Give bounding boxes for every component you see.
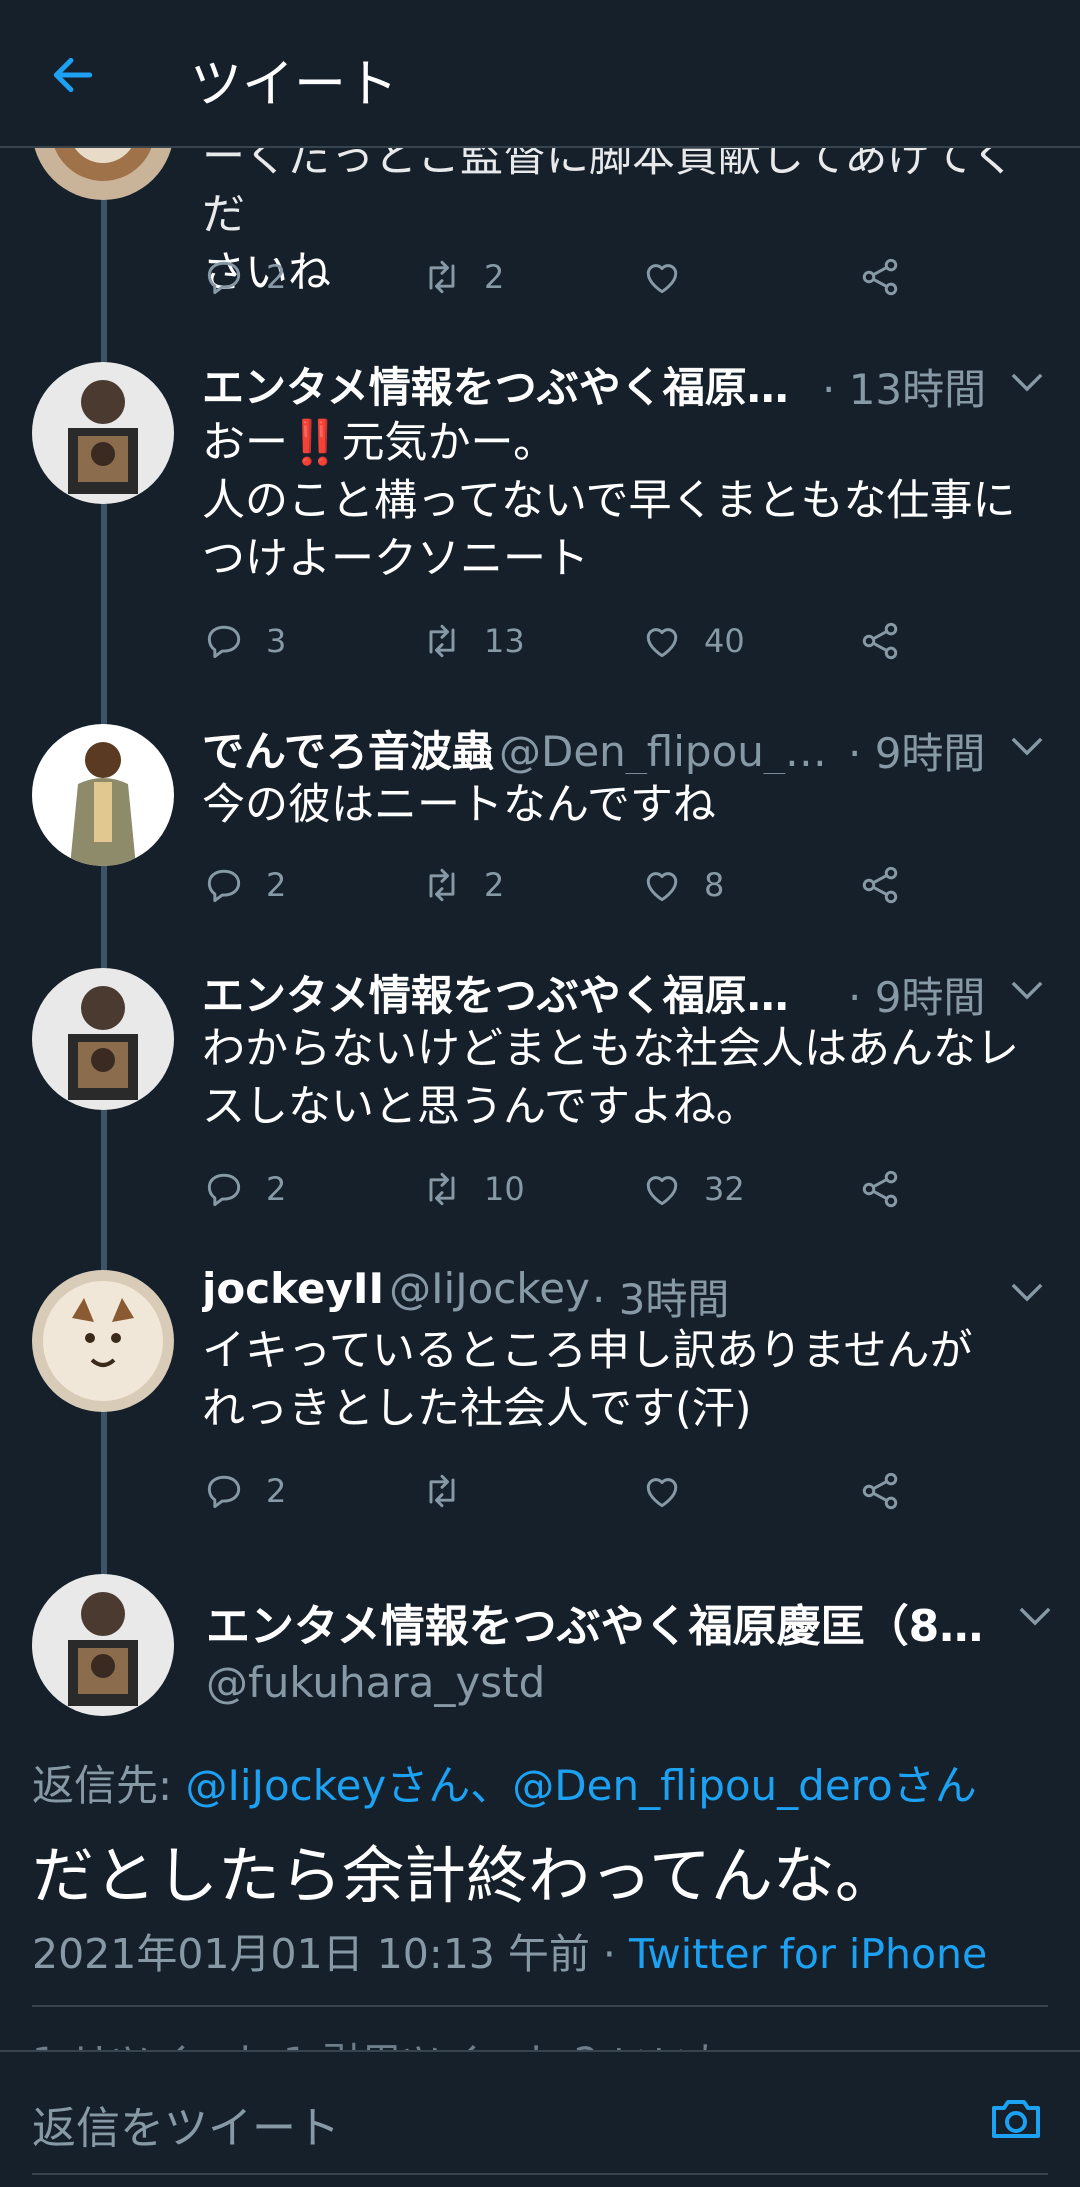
retweet-button[interactable]: [420, 1466, 484, 1516]
chevron-down-icon[interactable]: [1010, 372, 1044, 392]
share-button[interactable]: [858, 1164, 902, 1214]
heart-icon: [646, 1478, 678, 1508]
share-icon: [862, 258, 898, 296]
thread-line: [101, 866, 107, 974]
reply-button[interactable]: 2: [202, 1466, 286, 1516]
user-handle[interactable]: @fukuhara_ystd: [206, 1658, 545, 1707]
reply-icon: [207, 261, 241, 295]
reply-input[interactable]: 返信をツイート: [32, 2092, 340, 2156]
like-button[interactable]: 8: [640, 860, 724, 910]
tweet-text: イキっているところ申し訳ありませんが れっきとした社会人です(汗): [202, 1326, 973, 1434]
like-button[interactable]: [640, 252, 704, 302]
tweet-meta: 2021年01月01日 10:13 午前 · Twitter for iPhon…: [32, 1920, 987, 1980]
retweet-button[interactable]: 10: [420, 1164, 525, 1214]
tweet-actions: 2 2: [202, 252, 922, 302]
chevron-down-icon[interactable]: [1010, 1282, 1044, 1302]
chevron-down-icon[interactable]: [1010, 980, 1044, 1000]
reply-to-line: 返信先: @IiJockeyさん、@Den_flipou_deroさん: [32, 1752, 977, 1813]
avatar[interactable]: [32, 724, 174, 866]
share-button[interactable]: [858, 252, 902, 302]
reply-bar: 返信をツイート: [0, 2050, 1080, 2187]
tweet-text: 今の彼はニートなんですね: [202, 780, 716, 830]
tweet-source[interactable]: Twitter for iPhone: [629, 1930, 987, 1978]
avatar[interactable]: [32, 362, 174, 504]
display-name[interactable]: jockeyII: [202, 1264, 384, 1313]
tweet-actions: 2: [202, 1466, 922, 1516]
thread-line: [101, 1108, 107, 1276]
display-name[interactable]: エンタメ情報をつぶやく福原…: [202, 363, 789, 410]
main-tweet-text: だとしたら余計終わってんな。: [32, 1839, 897, 1912]
page-title: ツイート: [190, 55, 399, 115]
reply-to-users[interactable]: @IiJockeyさん、@Den_flipou_deroさん: [186, 1761, 977, 1810]
retweet-icon: [429, 1172, 455, 1206]
tweet-header: エンタメ情報をつぶやく福原…: [202, 354, 822, 410]
reply-button[interactable]: 2: [202, 1164, 286, 1214]
camera-icon[interactable]: [988, 2092, 1044, 2144]
tweet-header: エンタメ情報をつぶやく福原…: [202, 962, 822, 1018]
user-handle[interactable]: @IiJockey: [389, 1264, 590, 1313]
heart-icon: [646, 628, 678, 658]
reply-button[interactable]: 2: [202, 860, 286, 910]
retweet-icon: [429, 1474, 455, 1508]
tweet-actions: 2 10 32: [202, 1164, 922, 1214]
avatar[interactable]: [32, 968, 174, 1110]
retweet-button[interactable]: 2: [420, 252, 504, 302]
heart-icon: [646, 1176, 678, 1206]
display-name[interactable]: エンタメ情報をつぶやく福原慶匡（8…: [206, 1590, 986, 1654]
tweet-text: わからないけどまともな社会人はあんなレ スしないと思うんですよね。: [202, 1024, 1019, 1132]
retweet-button[interactable]: 2: [420, 860, 504, 910]
divider: [32, 2005, 1048, 2007]
reply-icon: [207, 1475, 241, 1509]
share-icon: [862, 622, 898, 660]
divider: [32, 2173, 1048, 2175]
tweet-text: おー‼️元気かー。 人のこと構ってないで早くまともな仕事に つけよークソニート: [202, 418, 1016, 584]
reply-to-label: 返信先:: [32, 1761, 186, 1810]
reply-icon: [207, 625, 241, 659]
like-button[interactable]: 40: [640, 616, 745, 666]
retweet-icon: [429, 868, 455, 902]
tweet-time: · 9時間: [848, 973, 986, 1022]
reply-icon: [207, 869, 241, 903]
retweet-icon: [429, 260, 455, 294]
retweet-button[interactable]: 13: [420, 616, 525, 666]
arrow-left-icon[interactable]: [48, 50, 98, 100]
reply-icon: [207, 1173, 241, 1207]
tweet-actions: 3 13 40: [202, 616, 922, 666]
share-button[interactable]: [858, 616, 902, 666]
retweet-icon: [429, 624, 455, 658]
thread-line: [101, 500, 107, 732]
reply-button[interactable]: 2: [202, 252, 286, 302]
tweet-time: · 3時間: [592, 1275, 730, 1324]
avatar[interactable]: [32, 1574, 174, 1716]
tweet-time: · 9時間: [848, 729, 986, 778]
share-button[interactable]: [858, 1466, 902, 1516]
top-bar: ツイート: [0, 0, 1080, 148]
like-button[interactable]: [640, 1466, 704, 1516]
tweet-time: · 13時間: [822, 365, 987, 414]
display-name[interactable]: でんでろ音波蟲: [202, 727, 494, 774]
heart-icon: [646, 872, 678, 902]
share-icon: [862, 1170, 898, 1208]
share-button[interactable]: [858, 860, 902, 910]
tweet-actions: 2 2 8: [202, 860, 922, 910]
share-icon: [862, 866, 898, 904]
chevron-down-icon[interactable]: [1018, 1606, 1052, 1626]
share-icon: [862, 1472, 898, 1510]
like-button[interactable]: 32: [640, 1164, 745, 1214]
reply-button[interactable]: 3: [202, 616, 286, 666]
avatar[interactable]: [32, 1270, 174, 1412]
tweet-timestamp: 2021年01月01日 10:13 午前 ·: [32, 1930, 630, 1978]
thread-line: [101, 1410, 107, 1578]
display-name[interactable]: エンタメ情報をつぶやく福原…: [202, 971, 789, 1018]
heart-icon: [646, 264, 678, 294]
tweet-header: でんでろ音波蟲 @Den_flipou_…: [202, 718, 842, 774]
chevron-down-icon[interactable]: [1010, 736, 1044, 756]
user-handle[interactable]: @Den_flipou_…: [499, 727, 827, 774]
